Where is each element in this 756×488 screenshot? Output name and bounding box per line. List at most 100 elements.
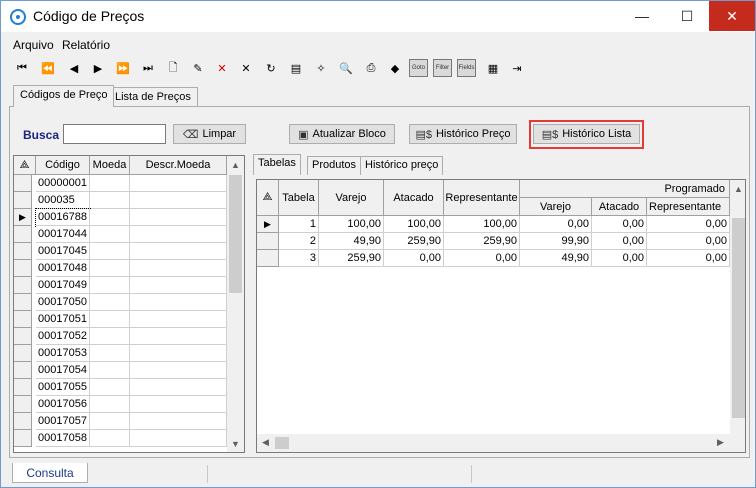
properties-icon[interactable]: ▤: [285, 57, 307, 79]
moeda-cell[interactable]: [90, 396, 130, 413]
moeda-cell[interactable]: [90, 311, 130, 328]
prices-hscroll[interactable]: ◀ ▶: [257, 434, 745, 452]
clear-button[interactable]: ⌫ Limpar: [173, 124, 246, 144]
refresh-icon[interactable]: ↻: [260, 57, 282, 79]
tab-codigos-de-preco[interactable]: Códigos de Preço: [13, 85, 115, 107]
code-cell[interactable]: 00016788: [35, 208, 91, 227]
magic-wand-icon[interactable]: ✧: [310, 57, 332, 79]
prev-icon[interactable]: ◀: [63, 57, 85, 79]
preview-icon[interactable]: 🔍: [335, 57, 357, 79]
descr-moeda-cell[interactable]: [130, 413, 227, 430]
moeda-cell[interactable]: [90, 345, 130, 362]
col-descr-moeda[interactable]: Descr.Moeda: [130, 156, 227, 175]
price-cell[interactable]: 0,00: [647, 216, 730, 233]
row-indicator[interactable]: [14, 311, 32, 328]
scroll-left-icon[interactable]: ◀: [257, 434, 274, 451]
cancel-icon[interactable]: ✕: [235, 57, 257, 79]
last-icon[interactable]: ⏭: [137, 57, 159, 79]
code-cell[interactable]: 00017058: [36, 430, 90, 447]
moeda-cell[interactable]: [90, 277, 130, 294]
code-cell[interactable]: 00017055: [36, 379, 90, 396]
code-cell[interactable]: 00017053: [36, 345, 90, 362]
descr-moeda-cell[interactable]: [130, 277, 227, 294]
descr-moeda-cell[interactable]: [130, 328, 227, 345]
price-cell[interactable]: 100,00: [319, 216, 384, 233]
price-cell[interactable]: 0,00: [592, 216, 647, 233]
row-indicator[interactable]: [14, 260, 32, 277]
row-indicator[interactable]: [14, 192, 32, 209]
prices-scroll-thumb[interactable]: [732, 218, 745, 418]
tab-historico-preco[interactable]: Histórico preço: [360, 156, 444, 175]
price-cell[interactable]: 0,00: [647, 233, 730, 250]
col-prog-varejo[interactable]: Varejo: [520, 198, 592, 216]
descr-moeda-cell[interactable]: [130, 226, 227, 243]
prices-vscroll[interactable]: ▲: [730, 180, 745, 434]
moeda-cell[interactable]: [90, 294, 130, 311]
col-prog-representante[interactable]: Representante: [647, 198, 730, 216]
moeda-cell[interactable]: [90, 379, 130, 396]
moeda-cell[interactable]: [90, 362, 130, 379]
menu-arquivo[interactable]: Arquivo: [13, 38, 54, 52]
print-icon[interactable]: ⎙: [360, 57, 382, 79]
price-cell[interactable]: 3: [279, 250, 319, 267]
price-cell[interactable]: 0,00: [384, 250, 444, 267]
descr-moeda-cell[interactable]: [130, 260, 227, 277]
descr-moeda-cell[interactable]: [130, 192, 227, 209]
price-cell[interactable]: 0,00: [592, 233, 647, 250]
row-indicator[interactable]: [14, 175, 32, 192]
row-indicator[interactable]: [14, 345, 32, 362]
new-document-icon[interactable]: 🗋: [162, 57, 184, 79]
hscroll-thumb[interactable]: [275, 437, 289, 449]
descr-moeda-cell[interactable]: [130, 396, 227, 413]
row-indicator[interactable]: [14, 243, 32, 260]
row-indicator[interactable]: [14, 379, 32, 396]
exit-icon[interactable]: ⇥: [506, 57, 528, 79]
edit-icon[interactable]: ✎: [187, 57, 209, 79]
row-indicator[interactable]: [14, 328, 32, 345]
scroll-thumb[interactable]: [229, 175, 242, 293]
scroll-up-icon[interactable]: ▲: [227, 156, 244, 173]
filter-icon[interactable]: Filter: [433, 59, 452, 77]
col-prog-atacado[interactable]: Atacado: [592, 198, 647, 216]
price-cell[interactable]: 1: [279, 216, 319, 233]
scroll-down-icon[interactable]: ▼: [227, 435, 244, 452]
prices-scroll-up-icon[interactable]: ▲: [730, 180, 745, 197]
moeda-cell[interactable]: [90, 430, 130, 447]
price-row-indicator[interactable]: [257, 233, 279, 250]
next-icon[interactable]: ▶: [87, 57, 109, 79]
tab-produtos[interactable]: Produtos: [307, 156, 362, 175]
row-indicator[interactable]: [14, 413, 32, 430]
price-cell[interactable]: 49,90: [319, 233, 384, 250]
descr-moeda-cell[interactable]: [130, 430, 227, 447]
export-icon[interactable]: ◆: [384, 57, 406, 79]
col-atacado[interactable]: Atacado: [384, 180, 444, 216]
code-cell[interactable]: 00017057: [36, 413, 90, 430]
price-cell[interactable]: 99,90: [520, 233, 592, 250]
moeda-cell[interactable]: [90, 192, 130, 209]
col-varejo[interactable]: Varejo: [319, 180, 384, 216]
moeda-cell[interactable]: [90, 243, 130, 260]
price-cell[interactable]: 259,90: [384, 233, 444, 250]
moeda-cell[interactable]: [90, 175, 130, 192]
code-cell[interactable]: 00017044: [36, 226, 90, 243]
first-icon[interactable]: ⏮: [11, 57, 33, 79]
descr-moeda-cell[interactable]: [130, 175, 227, 192]
minimize-button[interactable]: —: [619, 1, 665, 31]
row-indicator[interactable]: ▶: [14, 209, 32, 226]
row-indicator[interactable]: [14, 396, 32, 413]
price-history-button[interactable]: ▤$ Histórico Preço: [409, 124, 517, 144]
code-cell[interactable]: 00017050: [36, 294, 90, 311]
tab-lista-de-precos[interactable]: Lista de Preços: [108, 87, 198, 107]
update-block-button[interactable]: ▣ Atualizar Bloco: [289, 124, 395, 144]
moeda-cell[interactable]: [90, 226, 130, 243]
price-cell[interactable]: 2: [279, 233, 319, 250]
next-page-icon[interactable]: ⏩: [112, 57, 134, 79]
code-cell[interactable]: 00017051: [36, 311, 90, 328]
price-cell[interactable]: 100,00: [384, 216, 444, 233]
descr-moeda-cell[interactable]: [130, 362, 227, 379]
row-indicator[interactable]: [14, 430, 32, 447]
col-representante[interactable]: Representante: [444, 180, 520, 216]
code-cell[interactable]: 00000001: [36, 175, 90, 192]
price-row-indicator[interactable]: ▶: [257, 216, 279, 233]
code-cell[interactable]: 00017048: [36, 260, 90, 277]
